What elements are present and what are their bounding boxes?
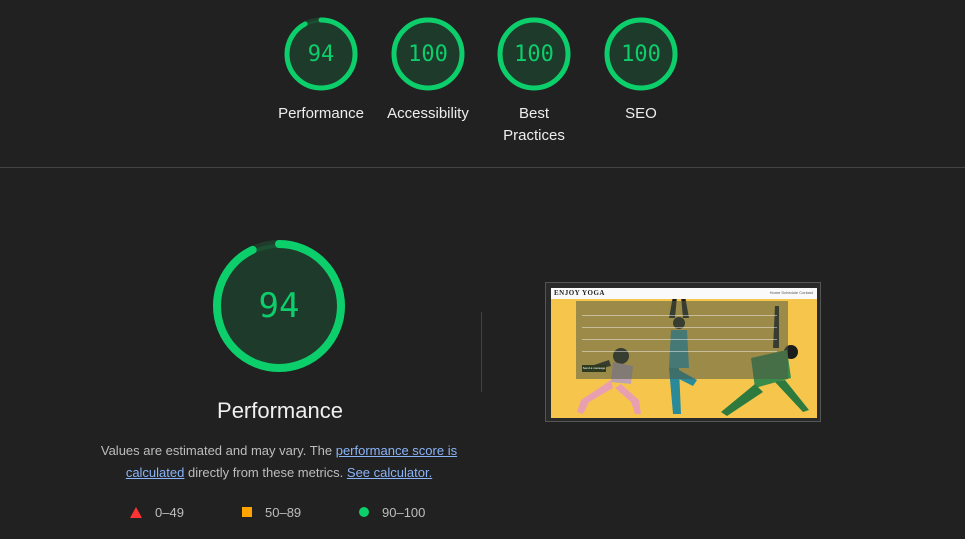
score-description: Values are estimated and may vary. The p… <box>95 440 463 484</box>
legend-range: 50–89 <box>265 504 302 520</box>
description-text: Values are estimated and may vary. The <box>100 443 336 458</box>
score-legend: 0–49 50–89 90–100 <box>0 503 500 521</box>
circle-icon <box>359 507 369 517</box>
site-brand: ENJOY YOGA <box>554 289 605 297</box>
gauge-score: 94 <box>307 41 335 67</box>
section-divider <box>0 167 965 168</box>
form-field <box>582 327 777 328</box>
square-icon <box>242 507 252 517</box>
triangle-icon <box>130 506 142 518</box>
legend-average: 50–89 <box>242 503 301 521</box>
see-calculator-link[interactable]: See calculator. <box>347 465 432 480</box>
screenshot-image: ENJOY YOGA Home Schedule Contact Send a … <box>551 288 817 418</box>
performance-score: 94 <box>258 286 300 326</box>
category-gauges: 94 Performance 100 Accessibility 100 Bes… <box>0 0 965 167</box>
legend-pass: 90–100 <box>359 503 425 521</box>
legend-fail: 0–49 <box>130 503 184 521</box>
gauge-score: 100 <box>408 41 448 67</box>
performance-gauge-large: 94 <box>210 237 348 375</box>
legend-range: 0–49 <box>155 504 184 520</box>
form-submit-button: Send a message <box>582 365 606 372</box>
form-field <box>582 339 777 340</box>
description-text: directly from these metrics. <box>184 465 347 480</box>
gauge-label: SEO <box>625 105 657 122</box>
site-nav: Home Schedule Contact <box>769 290 813 295</box>
gauge-accessibility[interactable]: 100 Accessibility <box>373 16 483 125</box>
gauge-label: Best Practices <box>503 105 565 144</box>
gauge-score: 100 <box>621 41 661 67</box>
form-field <box>582 315 777 316</box>
vertical-divider <box>481 312 482 392</box>
final-screenshot-thumbnail[interactable]: ENJOY YOGA Home Schedule Contact Send a … <box>545 282 821 422</box>
gauge-performance[interactable]: 94 Performance <box>266 16 376 125</box>
site-header: ENJOY YOGA Home Schedule Contact <box>551 288 817 299</box>
form-field <box>582 351 777 352</box>
performance-title: Performance <box>217 398 343 423</box>
gauge-best-practices[interactable]: 100 Best Practices <box>479 16 589 147</box>
contact-form-panel: Send a message <box>576 301 788 379</box>
gauge-score: 100 <box>514 41 554 67</box>
gauge-label: Accessibility <box>387 105 469 122</box>
gauge-label: Performance <box>278 105 364 122</box>
gauge-seo[interactable]: 100 SEO <box>586 16 696 125</box>
legend-range: 90–100 <box>382 504 426 520</box>
